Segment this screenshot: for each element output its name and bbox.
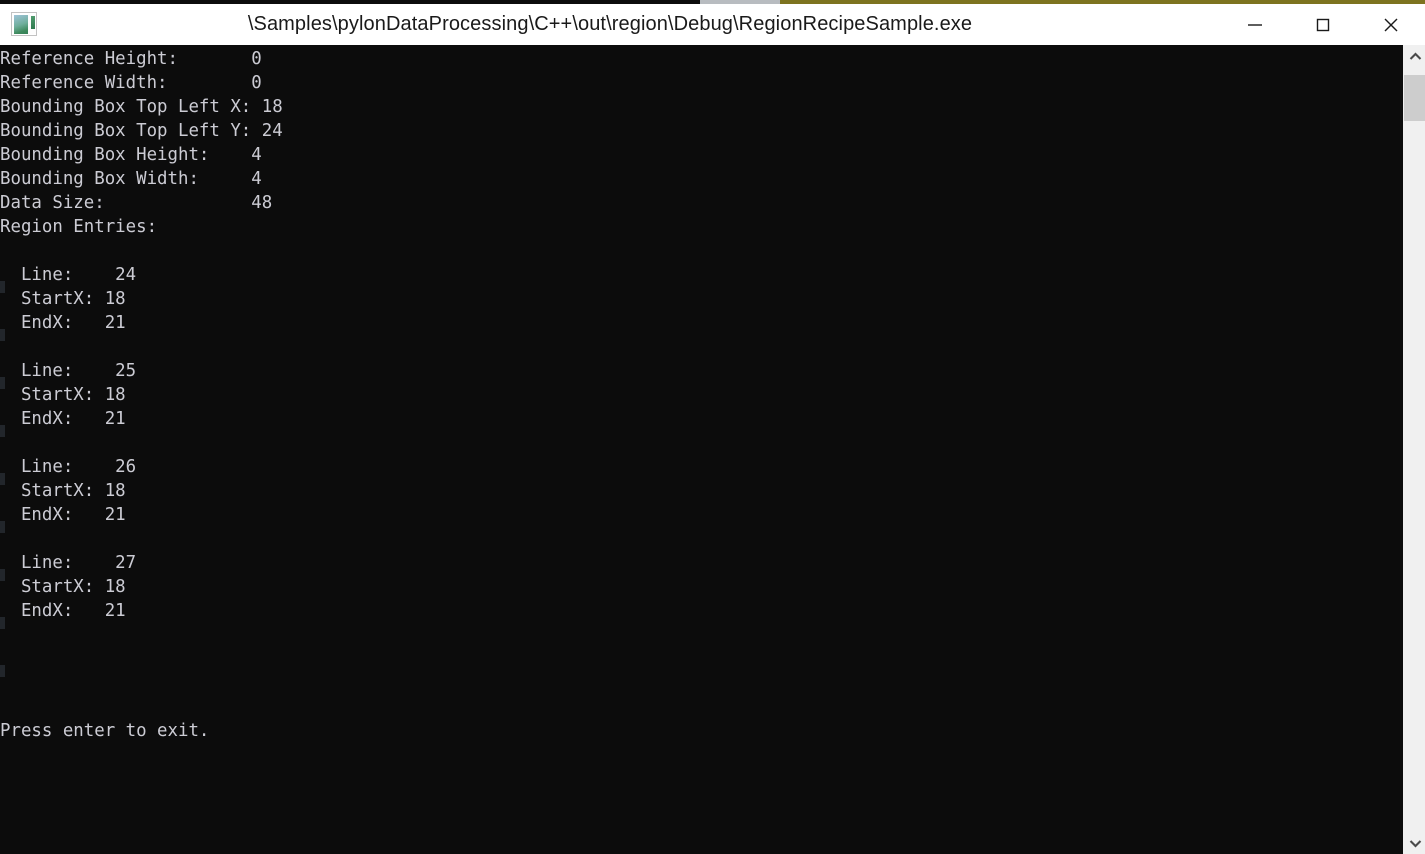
window-top-strip bbox=[0, 0, 1425, 4]
minimize-button[interactable] bbox=[1221, 4, 1289, 45]
scrollbar-thumb[interactable] bbox=[1404, 75, 1425, 121]
maximize-icon bbox=[1316, 18, 1330, 31]
scroll-up-button[interactable] bbox=[1404, 45, 1425, 67]
top-strip-olive-segment bbox=[780, 0, 1425, 4]
maximize-button[interactable] bbox=[1289, 4, 1357, 45]
top-strip-gray-segment bbox=[700, 0, 780, 4]
console-text: Reference Height: 0 Reference Width: 0 B… bbox=[0, 49, 283, 741]
chevron-down-icon bbox=[1409, 839, 1421, 847]
close-icon bbox=[1384, 18, 1398, 31]
top-strip-black-segment bbox=[0, 0, 700, 4]
chevron-up-icon bbox=[1409, 52, 1421, 60]
window-title: \Samples\pylonDataProcessing\C++\out\reg… bbox=[247, 13, 973, 35]
vertical-scrollbar[interactable] bbox=[1403, 45, 1425, 854]
console-window: \Samples\pylonDataProcessing\C++\out\reg… bbox=[0, 0, 1425, 854]
minimize-icon bbox=[1248, 23, 1262, 26]
scroll-down-button[interactable] bbox=[1404, 832, 1425, 854]
window-controls bbox=[1221, 4, 1425, 45]
title-bar[interactable]: \Samples\pylonDataProcessing\C++\out\reg… bbox=[0, 4, 1425, 45]
console-output-area[interactable]: Reference Height: 0 Reference Width: 0 B… bbox=[0, 45, 1403, 854]
close-button[interactable] bbox=[1357, 4, 1425, 45]
